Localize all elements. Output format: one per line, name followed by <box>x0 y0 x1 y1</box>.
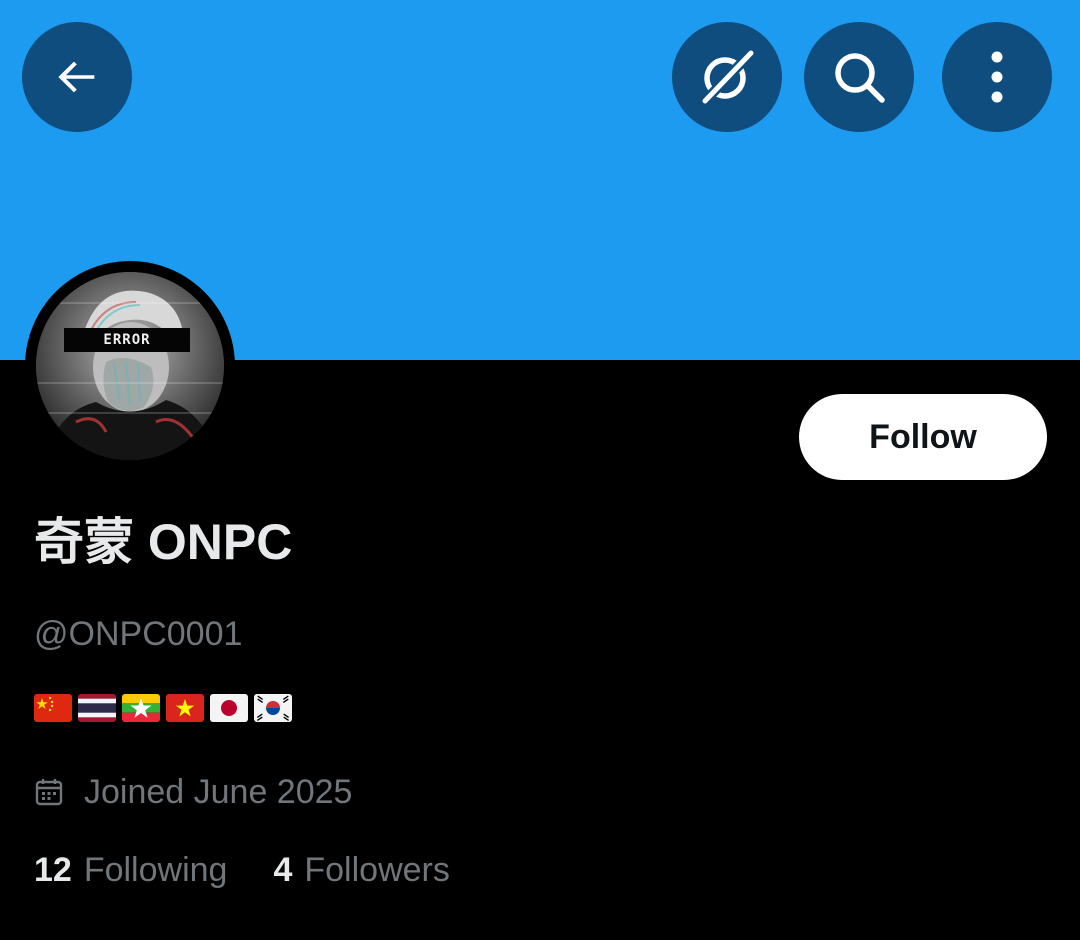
more-vertical-icon <box>991 51 1003 103</box>
profile-stats: 12 Following 4 Followers <box>34 848 496 892</box>
joined-date: Joined June 2025 <box>34 770 352 814</box>
followers-count: 4 <box>273 851 293 889</box>
grok-button[interactable] <box>672 22 782 132</box>
japan-flag <box>210 694 248 722</box>
following-link[interactable]: 12 Following <box>34 848 227 892</box>
search-button[interactable] <box>804 22 914 132</box>
bio-flags <box>34 694 292 722</box>
avatar-caption: ERROR <box>103 332 151 348</box>
avatar[interactable]: ERROR <box>36 272 224 460</box>
search-icon <box>835 53 885 103</box>
calendar-icon <box>34 777 64 807</box>
south-korea-flag <box>254 694 292 722</box>
back-button[interactable] <box>22 22 132 132</box>
display-name: 奇蒙 ONPC <box>34 514 293 570</box>
thailand-flag <box>78 694 116 722</box>
following-count: 12 <box>34 851 72 889</box>
profile-handle: @ONPC0001 <box>34 615 243 653</box>
vietnam-flag <box>166 694 204 722</box>
follow-button[interactable]: Follow <box>799 394 1047 480</box>
avatar-image <box>36 272 224 460</box>
arrow-left-icon <box>58 61 95 93</box>
more-options-button[interactable] <box>942 22 1052 132</box>
joined-label: Joined June 2025 <box>84 773 353 811</box>
followers-label: Followers <box>304 851 450 889</box>
avatar-ring[interactable]: ERROR <box>25 261 235 471</box>
myanmar-flag <box>122 694 160 722</box>
grok-icon <box>700 48 756 106</box>
following-label: Following <box>83 851 228 889</box>
followers-link[interactable]: 4 Followers <box>273 848 449 892</box>
china-flag <box>34 694 72 722</box>
